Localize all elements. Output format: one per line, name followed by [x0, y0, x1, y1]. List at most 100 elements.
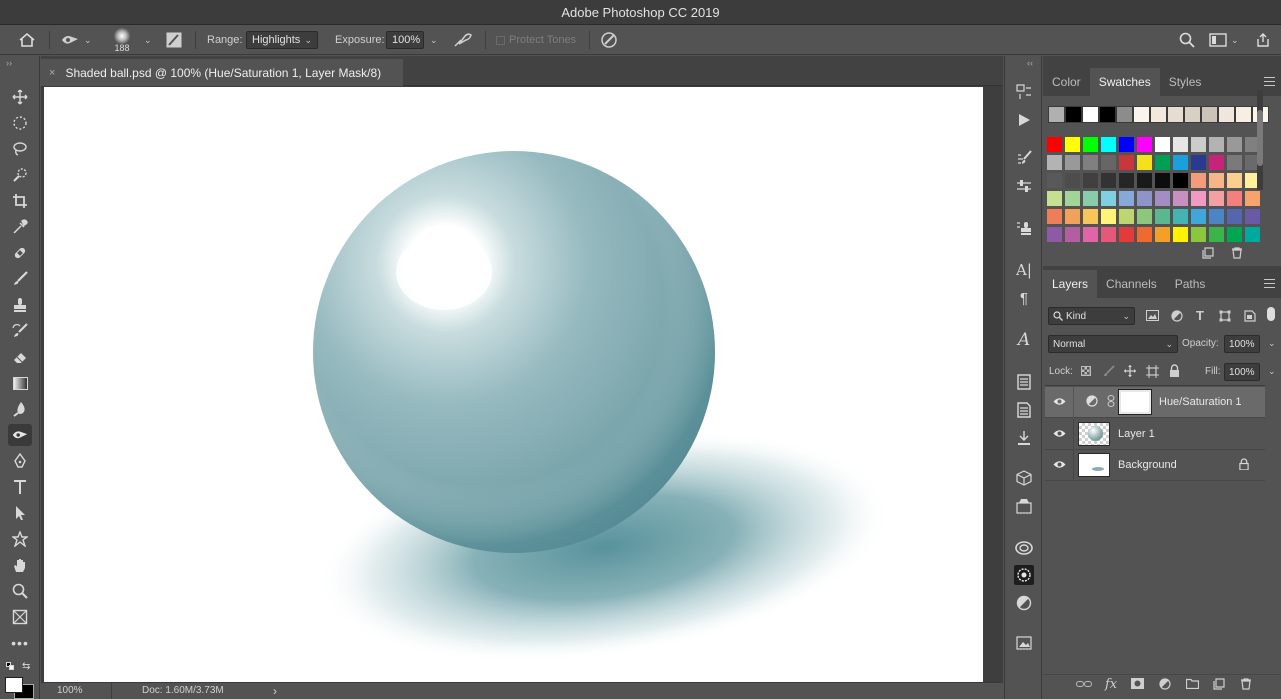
- workspace-icon[interactable]: ⌄: [1209, 25, 1239, 55]
- adjustments-panel-icon[interactable]: [1014, 565, 1034, 585]
- color-swatch[interactable]: [1173, 191, 1188, 206]
- swap-colors-icon[interactable]: ⇆: [22, 661, 30, 672]
- color-swatch[interactable]: [1191, 191, 1206, 206]
- blur-tool-icon[interactable]: [8, 398, 32, 420]
- color-swatch[interactable]: [1191, 227, 1206, 242]
- lock-all-icon[interactable]: [1169, 364, 1180, 380]
- recent-swatch[interactable]: [1048, 106, 1065, 123]
- blend-mode-select[interactable]: Normal ⌄: [1048, 335, 1178, 353]
- color-swatch[interactable]: [1065, 209, 1080, 224]
- recent-swatch[interactable]: [1218, 106, 1235, 123]
- document-tab[interactable]: × Shaded ball.psd @ 100% (Hue/Saturation…: [41, 59, 403, 86]
- adjustments-sliders-icon[interactable]: [1014, 176, 1034, 196]
- fill-input[interactable]: 100%: [1224, 363, 1260, 381]
- color-swatch[interactable]: [1119, 227, 1134, 242]
- color-swatch[interactable]: [1155, 209, 1170, 224]
- color-swatch[interactable]: [1155, 227, 1170, 242]
- play-icon[interactable]: [1014, 110, 1034, 130]
- quick-selection-tool-icon[interactable]: [8, 164, 32, 186]
- home-icon[interactable]: [18, 25, 36, 55]
- eye-icon[interactable]: [1045, 395, 1073, 409]
- document-canvas[interactable]: [44, 87, 983, 682]
- color-swatch[interactable]: [1065, 155, 1080, 170]
- new-group-icon[interactable]: [1185, 678, 1200, 692]
- color-swatch[interactable]: [1209, 227, 1224, 242]
- color-swatch[interactable]: [1047, 209, 1062, 224]
- color-swatch[interactable]: [1083, 155, 1098, 170]
- clone-stamp-tool-icon[interactable]: [8, 294, 32, 316]
- lock-pixels-icon[interactable]: [1103, 365, 1115, 380]
- color-swatch[interactable]: [1173, 227, 1188, 242]
- color-swatch[interactable]: [1083, 191, 1098, 206]
- color-swatch[interactable]: [1119, 137, 1134, 152]
- path-selection-tool-icon[interactable]: [8, 502, 32, 524]
- filter-smart-object-icon[interactable]: [1244, 310, 1256, 325]
- zoom-tool-icon[interactable]: [8, 580, 32, 602]
- pen-tool-icon[interactable]: [8, 450, 32, 472]
- color-swatch[interactable]: [1083, 173, 1098, 188]
- protect-tones-checkbox[interactable]: Protect Tones: [496, 25, 576, 55]
- color-swatch[interactable]: [1065, 191, 1080, 206]
- filter-type-icon[interactable]: T: [1196, 308, 1204, 323]
- recent-swatch[interactable]: [1065, 106, 1082, 123]
- properties-icon[interactable]: [1014, 593, 1034, 613]
- color-swatch[interactable]: [1227, 191, 1242, 206]
- search-icon[interactable]: [1179, 25, 1195, 55]
- color-swatch[interactable]: [1155, 155, 1170, 170]
- glyphs-icon[interactable]: A: [1014, 330, 1034, 350]
- healing-brush-tool-icon[interactable]: [8, 242, 32, 264]
- color-swatch[interactable]: [1047, 173, 1062, 188]
- opacity-input[interactable]: 100%: [1224, 335, 1260, 353]
- custom-shape-tool-icon[interactable]: [8, 528, 32, 550]
- recent-swatch[interactable]: [1116, 106, 1133, 123]
- type-tool-icon[interactable]: [8, 476, 32, 498]
- image-panel-icon[interactable]: [1014, 633, 1034, 653]
- clone-source-icon[interactable]: [1014, 218, 1034, 238]
- recent-swatch[interactable]: [1082, 106, 1099, 123]
- swatch-scrollbar[interactable]: [1257, 90, 1263, 190]
- color-swatch[interactable]: [1047, 191, 1062, 206]
- crop-tool-icon[interactable]: [8, 190, 32, 212]
- link-layers-icon[interactable]: [1076, 678, 1092, 692]
- burn-tool-preset-icon[interactable]: ⌄: [60, 25, 92, 55]
- color-swatch[interactable]: [1173, 155, 1188, 170]
- panel-menu-icon[interactable]: [1264, 77, 1275, 86]
- panel-menu-icon[interactable]: [1264, 279, 1275, 288]
- layer-mask-thumbnail[interactable]: [1119, 390, 1151, 414]
- color-swatch[interactable]: [1047, 137, 1062, 152]
- range-select[interactable]: Highlights ⌄: [246, 31, 318, 49]
- burn-tool-icon[interactable]: [8, 424, 32, 446]
- chevron-down-icon[interactable]: ⌄: [144, 35, 152, 46]
- chevron-down-icon[interactable]: ⌄: [430, 35, 438, 46]
- color-swatch[interactable]: [1083, 137, 1098, 152]
- foreground-color-swatch[interactable]: [5, 677, 23, 693]
- collapse-arrows-icon[interactable]: ‹‹: [1027, 58, 1033, 68]
- color-swatch[interactable]: [1227, 227, 1242, 242]
- exposure-input[interactable]: 100%: [386, 31, 424, 49]
- color-swatch[interactable]: [1209, 173, 1224, 188]
- default-colors-icon[interactable]: [6, 662, 14, 670]
- color-swatch[interactable]: [1101, 173, 1116, 188]
- lock-artboard-icon[interactable]: [1146, 365, 1159, 381]
- pressure-size-icon[interactable]: [600, 25, 618, 55]
- color-swatch[interactable]: [1173, 209, 1188, 224]
- color-swatch[interactable]: [1209, 209, 1224, 224]
- layer-row-hue-saturation[interactable]: Hue/Saturation 1: [1045, 386, 1265, 418]
- layer-filter-select[interactable]: Kind ⌄: [1048, 307, 1135, 325]
- tab-channels[interactable]: Channels: [1097, 270, 1166, 298]
- color-swatch[interactable]: [1101, 227, 1116, 242]
- color-swatch[interactable]: [1119, 191, 1134, 206]
- history-icon[interactable]: [1014, 82, 1034, 102]
- layer-style-fx-icon[interactable]: fx: [1105, 677, 1117, 692]
- color-swatch[interactable]: [1065, 137, 1080, 152]
- color-swatch[interactable]: [1227, 137, 1242, 152]
- color-swatch[interactable]: [1137, 173, 1152, 188]
- gradient-tool-icon[interactable]: [8, 372, 32, 394]
- color-swatch[interactable]: [1227, 209, 1242, 224]
- eye-icon[interactable]: [1045, 427, 1073, 441]
- color-swatch[interactable]: [1173, 137, 1188, 152]
- color-swatch[interactable]: [1137, 155, 1152, 170]
- character-icon[interactable]: A|: [1014, 260, 1034, 280]
- tab-paths[interactable]: Paths: [1166, 270, 1215, 298]
- eyedropper-tool-icon[interactable]: [8, 216, 32, 238]
